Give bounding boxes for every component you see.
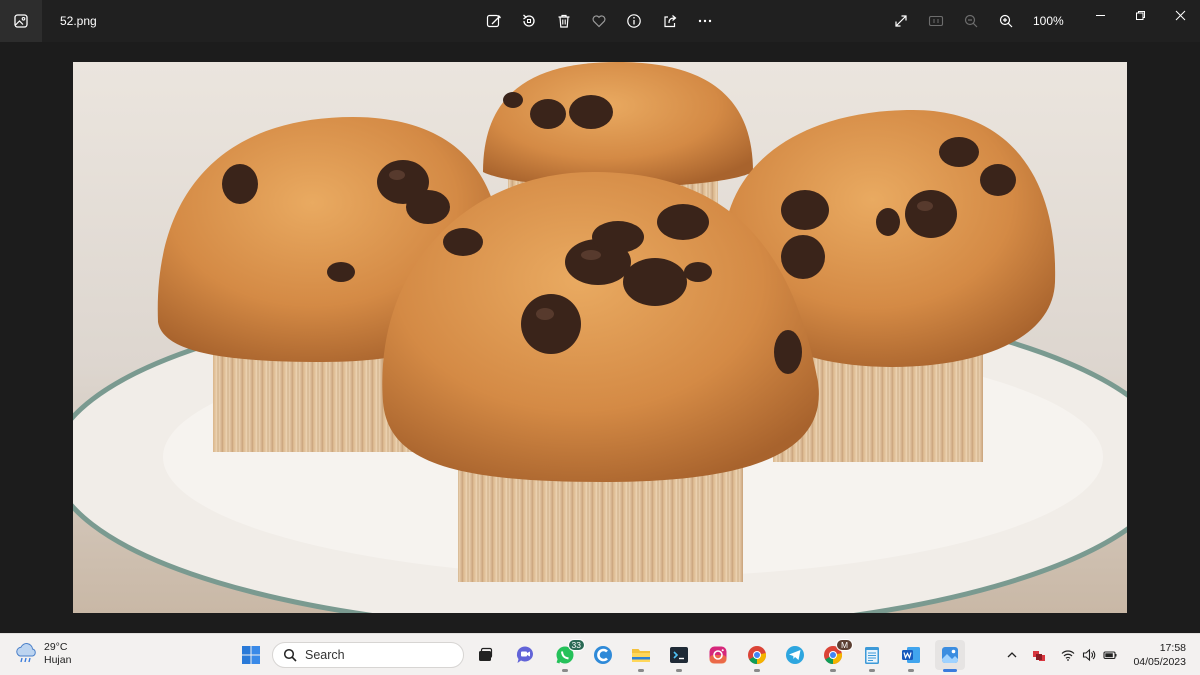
zoom-out-icon: [964, 14, 978, 28]
task-view-icon: [479, 647, 493, 661]
start-button[interactable]: [236, 640, 266, 670]
windows-logo-icon: [242, 646, 260, 664]
rotate-button[interactable]: [518, 10, 540, 32]
displayed-image[interactable]: [73, 62, 1127, 613]
photos-icon: [942, 647, 958, 663]
taskbar-app-whatsapp[interactable]: 33: [550, 639, 585, 672]
speaker-icon: [1082, 648, 1096, 662]
delete-icon: [558, 14, 570, 28]
heart-icon: [592, 15, 606, 28]
weather-temperature: 29°C: [44, 641, 68, 653]
close-icon: [1175, 10, 1185, 20]
running-indicator: [754, 669, 760, 672]
zoom-in-button[interactable]: [995, 10, 1017, 32]
task-view-button[interactable]: [470, 640, 500, 670]
running-indicator: [638, 669, 644, 672]
rain-cloud-icon: [16, 643, 36, 663]
volume-control[interactable]: [1081, 647, 1097, 663]
actual-size-button[interactable]: [925, 10, 947, 32]
title-bar: 52.png 100%: [0, 0, 1200, 42]
edit-image-icon: [486, 14, 501, 28]
battery-status[interactable]: [1102, 647, 1118, 663]
restore-icon: [1135, 10, 1145, 20]
running-indicator: [943, 669, 957, 672]
weather-condition: Hujan: [44, 654, 72, 666]
wifi-status[interactable]: [1060, 647, 1076, 663]
taskbar-app-copilot[interactable]: [588, 640, 618, 670]
edit-image-button[interactable]: [483, 10, 505, 32]
terminal-icon: [670, 647, 688, 663]
app-notification-icon: [1033, 651, 1045, 661]
share-button[interactable]: [659, 10, 681, 32]
wifi-icon: [1061, 650, 1075, 661]
actual-size-icon: [928, 15, 944, 27]
chevron-up-icon: [1007, 652, 1017, 658]
share-icon: [664, 15, 677, 28]
taskbar-app-terminal[interactable]: [664, 640, 694, 672]
taskbar-app-chrome-profile-2[interactable]: M: [818, 639, 853, 672]
file-name: 52.png: [60, 14, 97, 28]
taskbar: 29°C Hujan 33: [0, 633, 1200, 675]
zoom-level[interactable]: 100%: [1033, 14, 1064, 28]
taskbar-app-instagram[interactable]: [703, 640, 733, 670]
fullscreen-button[interactable]: [890, 10, 912, 32]
running-indicator: [869, 669, 875, 672]
more-options-button[interactable]: [694, 10, 716, 32]
word-icon: [902, 647, 920, 663]
photos-app-icon: [0, 0, 42, 42]
taskbar-app-file-explorer[interactable]: [626, 640, 656, 672]
taskbar-search[interactable]: [272, 642, 464, 668]
taskbar-app-word[interactable]: [896, 640, 926, 672]
delete-button[interactable]: [553, 10, 575, 32]
clock-date: 04/05/2023: [1133, 656, 1186, 668]
minimize-icon: [1095, 14, 1105, 16]
minimize-button[interactable]: [1085, 6, 1115, 24]
image-icon: [14, 14, 28, 28]
close-button[interactable]: [1165, 6, 1195, 24]
taskbar-app-chat[interactable]: [510, 640, 540, 670]
running-indicator: [562, 669, 568, 672]
zoom-in-icon: [999, 14, 1013, 28]
show-hidden-icons-button[interactable]: [1004, 647, 1020, 663]
battery-icon: [1103, 651, 1117, 660]
running-indicator: [676, 669, 682, 672]
system-clock[interactable]: 17:58 04/05/2023: [1133, 641, 1186, 669]
maximize-button[interactable]: [1125, 6, 1155, 24]
info-button[interactable]: [623, 10, 645, 32]
search-icon: [283, 648, 297, 662]
folder-icon: [632, 649, 650, 662]
copilot-icon: [594, 646, 612, 664]
clock-time: 17:58: [1159, 642, 1186, 654]
rotate-icon: [523, 14, 535, 27]
chrome-profile-badge: M: [836, 639, 853, 651]
zoom-out-button[interactable]: [960, 10, 982, 32]
taskbar-app-telegram[interactable]: [780, 640, 810, 670]
fullscreen-icon: [895, 15, 907, 27]
whatsapp-badge: 33: [567, 639, 585, 651]
weather-widget[interactable]: 29°C Hujan: [14, 641, 71, 667]
muffins-photo: [73, 62, 1127, 613]
notepad-icon: [865, 647, 879, 664]
telegram-icon: [786, 646, 804, 664]
instagram-icon: [709, 646, 727, 664]
favorite-button[interactable]: [588, 10, 610, 32]
taskbar-app-chrome-profile-1[interactable]: [742, 640, 772, 672]
running-indicator: [830, 669, 836, 672]
search-input[interactable]: [305, 648, 445, 662]
more-icon: [698, 19, 712, 23]
running-indicator: [908, 669, 914, 672]
chrome-icon: [748, 646, 767, 665]
chat-icon: [516, 646, 533, 663]
info-icon: [627, 14, 641, 28]
taskbar-app-notepad[interactable]: [857, 640, 887, 672]
taskbar-app-photos[interactable]: [935, 640, 965, 672]
tray-app-icon[interactable]: [1031, 647, 1047, 663]
